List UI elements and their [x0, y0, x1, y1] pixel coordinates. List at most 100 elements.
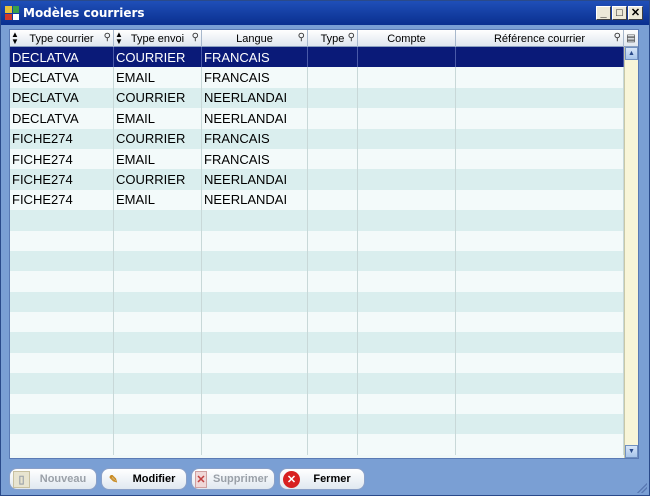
table-cell[interactable]	[114, 312, 202, 333]
table-row[interactable]: DECLATVA EMAIL NEERLANDAI	[10, 108, 624, 129]
magnifier-icon[interactable]: ⚲	[298, 32, 305, 43]
edit-button[interactable]: ✎ Modifier	[101, 468, 187, 490]
table-cell[interactable]: DECLATVA	[10, 87, 114, 109]
table-cell[interactable]	[358, 393, 456, 415]
table-cell[interactable]	[358, 148, 456, 170]
table-cell[interactable]	[308, 169, 358, 190]
table-cell[interactable]	[202, 291, 308, 313]
table-cell[interactable]	[202, 230, 308, 251]
table-cell[interactable]	[456, 373, 624, 394]
table-cell[interactable]	[114, 434, 202, 455]
table-cell[interactable]	[456, 87, 624, 109]
table-row[interactable]	[10, 271, 624, 292]
table-cell[interactable]: COURRIER	[114, 128, 202, 149]
table-cell[interactable]	[10, 291, 114, 313]
close-button[interactable]: ✕ Fermer	[279, 468, 365, 490]
table-cell[interactable]	[10, 393, 114, 415]
table-cell[interactable]: DECLATVA	[10, 108, 114, 129]
table-cell[interactable]	[10, 271, 114, 292]
table-cell[interactable]	[358, 189, 456, 211]
table-cell[interactable]	[456, 352, 624, 374]
magnifier-icon[interactable]: ⚲	[192, 32, 199, 43]
table-cell[interactable]	[202, 373, 308, 394]
table-cell[interactable]	[456, 332, 624, 353]
table-cell[interactable]	[308, 312, 358, 333]
table-cell[interactable]	[114, 210, 202, 231]
table-cell[interactable]	[358, 271, 456, 292]
table-cell[interactable]	[456, 250, 624, 272]
table-cell[interactable]: COURRIER	[114, 47, 202, 68]
table-row[interactable]: DECLATVA EMAIL FRANCAIS	[10, 67, 624, 88]
table-cell[interactable]	[10, 434, 114, 455]
column-header[interactable]: Compte	[358, 30, 456, 47]
table-cell[interactable]	[308, 47, 358, 68]
table-cell[interactable]: FRANCAIS	[202, 67, 308, 88]
maximize-button[interactable]: □	[612, 6, 627, 20]
table-cell[interactable]	[308, 373, 358, 394]
column-header[interactable]: Type ⚲	[308, 30, 358, 47]
table-cell[interactable]	[10, 352, 114, 374]
table-cell[interactable]	[308, 108, 358, 129]
table-row[interactable]: DECLATVA COURRIER NEERLANDAI	[10, 87, 624, 109]
sort-arrows-icon[interactable]: ▲ ▼	[11, 31, 19, 46]
column-header[interactable]: ▲ ▼ Type courrier ⚲	[10, 30, 114, 47]
table-cell[interactable]	[202, 312, 308, 333]
table-row[interactable]	[10, 393, 624, 415]
table-row[interactable]: FICHE274 COURRIER FRANCAIS	[10, 128, 624, 149]
table-cell[interactable]	[308, 210, 358, 231]
table-cell[interactable]: FICHE274	[10, 169, 114, 190]
table-cell[interactable]	[114, 373, 202, 394]
table-cell[interactable]: EMAIL	[114, 67, 202, 88]
column-header[interactable]: ▲ ▼ Type envoi ⚲	[114, 30, 202, 47]
table-cell[interactable]	[358, 332, 456, 353]
scroll-up-icon[interactable]: ▲	[625, 47, 638, 60]
table-cell[interactable]	[358, 291, 456, 313]
table-cell[interactable]	[358, 230, 456, 251]
table-row[interactable]	[10, 352, 624, 374]
table-row[interactable]	[10, 414, 624, 435]
table-cell[interactable]	[202, 210, 308, 231]
sort-arrows-icon[interactable]: ▲ ▼	[115, 31, 123, 46]
table-cell[interactable]	[456, 271, 624, 292]
table-row[interactable]	[10, 332, 624, 353]
table-cell[interactable]	[114, 393, 202, 415]
table-cell[interactable]	[114, 414, 202, 435]
table-cell[interactable]	[10, 312, 114, 333]
table-cell[interactable]	[10, 414, 114, 435]
table-cell[interactable]: EMAIL	[114, 148, 202, 170]
table-cell[interactable]	[308, 332, 358, 353]
table-row[interactable]	[10, 230, 624, 251]
table-row[interactable]	[10, 291, 624, 313]
table-cell[interactable]	[358, 67, 456, 88]
table-cell[interactable]	[10, 332, 114, 353]
table-cell[interactable]	[202, 352, 308, 374]
scroll-down-icon[interactable]: ▼	[625, 445, 638, 458]
table-cell[interactable]	[456, 291, 624, 313]
table-cell[interactable]	[456, 210, 624, 231]
table-cell[interactable]	[358, 312, 456, 333]
table-cell[interactable]: NEERLANDAI	[202, 189, 308, 211]
table-cell[interactable]: DECLATVA	[10, 67, 114, 88]
table-cell[interactable]	[308, 128, 358, 149]
table-cell[interactable]	[358, 352, 456, 374]
table-cell[interactable]: NEERLANDAI	[202, 169, 308, 190]
table-cell[interactable]	[114, 250, 202, 272]
new-button[interactable]: ▯ Nouveau	[9, 468, 97, 490]
table-cell[interactable]: FRANCAIS	[202, 148, 308, 170]
table-cell[interactable]	[456, 67, 624, 88]
table-cell[interactable]	[456, 312, 624, 333]
table-cell[interactable]	[358, 47, 456, 68]
table-cell[interactable]	[10, 210, 114, 231]
table-cell[interactable]	[308, 189, 358, 211]
table-cell[interactable]	[308, 291, 358, 313]
table-cell[interactable]	[456, 169, 624, 190]
minimize-button[interactable]: _	[596, 6, 611, 20]
table-row[interactable]	[10, 210, 624, 231]
table-cell[interactable]	[308, 271, 358, 292]
table-row[interactable]	[10, 373, 624, 394]
table-cell[interactable]: NEERLANDAI	[202, 87, 308, 109]
table-cell[interactable]	[308, 414, 358, 435]
table-cell[interactable]	[10, 373, 114, 394]
table-cell[interactable]	[456, 47, 624, 68]
table-cell[interactable]	[358, 250, 456, 272]
